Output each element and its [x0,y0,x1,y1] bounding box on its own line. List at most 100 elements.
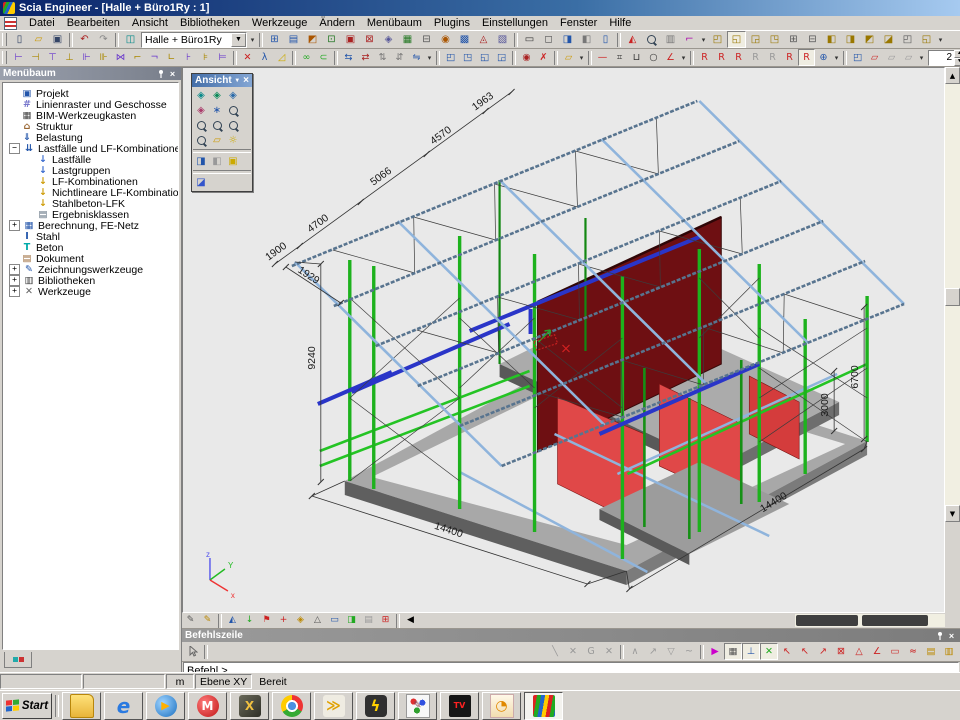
scroll-left-button[interactable]: ◀ [402,613,419,628]
tree-item-stahlbeton-lfk[interactable]: ↓Stahlbeton-LFK [3,198,178,209]
attach-tool-1[interactable]: ✎ [182,613,199,628]
command-line-titlebar[interactable]: Befehlszeile × [182,629,960,642]
mirror-tool[interactable]: ⇅ [374,49,391,66]
snap-endpoint-1[interactable]: ↖ [778,643,796,660]
steel-check-6[interactable]: R [781,49,798,66]
project-tool-3[interactable]: ◩ [303,31,322,48]
member-tool-9[interactable]: ¬ [146,49,163,66]
member-tool-7[interactable]: ⋈ [112,49,129,66]
tree-expand-icon[interactable]: − [9,143,20,154]
grid-tool[interactable]: ⌗ [611,49,628,66]
member-tool-6[interactable]: ⊪ [95,49,112,66]
redo-button[interactable]: ↷ [94,31,113,48]
tree-expand-icon[interactable]: + [9,264,20,275]
tree-expand-icon[interactable]: + [9,220,20,231]
member-tool-3[interactable]: ⊤ [44,49,61,66]
attach-tool-2[interactable]: ✎ [199,613,216,628]
tree-expand-icon[interactable]: + [9,275,20,286]
save-button[interactable]: ▣ [48,31,67,48]
member-tool-5[interactable]: ⊩ [78,49,95,66]
view-tool-5[interactable]: ⊞ [784,31,803,48]
taskbar-app-kmplayer[interactable]: M [188,692,227,720]
export-tool-3[interactable]: ▱ [883,49,900,66]
tree-item-nichtlineare-lf-kombinationen[interactable]: ↓Nichtlineare LF-Kombinationen [3,187,178,198]
tree-item-zeichnungswerkzeuge[interactable]: +✎Zeichnungswerkzeuge [3,264,178,275]
tree-item-belastung[interactable]: ⇓Belastung [3,132,178,143]
status-plane[interactable]: Ebene XY [195,674,252,689]
clipping-box-button[interactable]: ▣ [225,154,241,169]
zoom-button[interactable] [642,31,661,48]
member-tool-8[interactable]: ⌐ [129,49,146,66]
taskbar-app-outlook[interactable]: ◔ [482,692,521,720]
steel-overflow[interactable]: ▾ [832,50,841,65]
toolbar-overflow[interactable]: ▾ [248,32,257,47]
undo-button[interactable]: ↶ [75,31,94,48]
rotate-view-button[interactable]: ∗ [209,103,225,118]
snap-curve[interactable]: ~ [680,643,698,660]
label-display-button[interactable]: ⚑ [258,613,275,628]
start-button[interactable]: Start [2,693,52,719]
project-tool-2[interactable]: ▤ [284,31,303,48]
pin-icon[interactable] [935,630,946,641]
zoom-selection-button[interactable] [193,133,209,148]
rotate-tool[interactable]: ⇵ [391,49,408,66]
view-tool-7[interactable]: ◧ [822,31,841,48]
taskbar-app-winamp[interactable]: ϟ [356,692,395,720]
glasses-tool[interactable]: ◉ [518,49,535,66]
window-tool-4[interactable]: ◲ [493,49,510,66]
tree-expand-icon[interactable]: + [9,286,20,297]
copy-tool[interactable]: ⇄ [357,49,374,66]
open-view-button[interactable]: ▱ [209,133,225,148]
member-tool-12[interactable]: ⊧ [197,49,214,66]
menu-tree-titlebar[interactable]: Menübaum × [0,67,181,80]
tree-item-lastf-lle-und-lf-kombinationen[interactable]: −⇊Lastfälle und LF-Kombinationen [3,143,178,154]
zoom-out-button[interactable] [193,118,209,133]
status-unit[interactable]: m [166,674,194,689]
project-tool-10[interactable]: ◉ [436,31,455,48]
taskbar-app-internet-explorer[interactable]: e [104,692,143,720]
member-tool-13[interactable]: ⊨ [214,49,231,66]
close-icon[interactable]: × [946,630,957,641]
project-tool-1[interactable]: ⊞ [265,31,284,48]
view-axo-button[interactable]: ◈ [193,103,209,118]
project-tool-7[interactable]: ◈ [379,31,398,48]
snap-line[interactable]: ╲ [546,643,564,660]
scroll-down-button[interactable]: ▼ [945,505,960,522]
grid-display-button[interactable]: ⊞ [377,613,394,628]
node-delete-button[interactable]: ✕ [239,49,256,66]
tree-item-dokument[interactable]: ▤Dokument [3,253,178,264]
print-button[interactable]: ▭ [520,31,539,48]
lambda-tool[interactable]: λ [256,49,273,66]
snap-polygon[interactable]: △ [850,643,868,660]
project-tool-4[interactable]: ⊡ [322,31,341,48]
snap-dir[interactable]: ↗ [644,643,662,660]
layer-display-button[interactable]: ▤ [360,613,377,628]
redraw-button[interactable]: ◭ [623,31,642,48]
zoom-window-button[interactable] [209,118,225,133]
zoom-all-button[interactable] [225,118,241,133]
snap-cursor-mode[interactable]: ▶ [706,643,724,660]
taskbar-app-file-manager[interactable] [62,692,101,720]
taskbar-app-total-commander[interactable]: ≫ [314,692,353,720]
menu-menbaum[interactable]: Menübaum [361,16,428,30]
project-tool-8[interactable]: ▦ [398,31,417,48]
steel-check-5[interactable]: R [764,49,781,66]
window-tool-1[interactable]: ◰ [442,49,459,66]
window-tool-3[interactable]: ◱ [476,49,493,66]
project-tool-9[interactable]: ⊟ [417,31,436,48]
zoom-overflow[interactable]: ▾ [699,32,708,47]
document-settings-button[interactable]: ◧ [577,31,596,48]
tree-item-lastgruppen[interactable]: ↓Lastgruppen [3,165,178,176]
export-tool-2[interactable]: ▱ [866,49,883,66]
section-display-button[interactable]: ▭ [326,613,343,628]
snap-endpoint-2[interactable]: ↖ [796,643,814,660]
snap-intersection[interactable]: ↗ [814,643,832,660]
export-tool-1[interactable]: ◰ [849,49,866,66]
move-tool[interactable]: ⇆ [340,49,357,66]
view-z-button[interactable]: ◈ [225,88,241,103]
snap-table-1[interactable]: ▤ [922,643,940,660]
tree-item-ergebnisklassen[interactable]: ▤Ergebnisklassen [3,209,178,220]
print-view-button[interactable]: ◨ [193,154,209,169]
model-3d-view[interactable]: 1900 4700 5066 4570 1963 1929 9240 6700 … [183,68,944,612]
view-tool-6[interactable]: ⊟ [803,31,822,48]
